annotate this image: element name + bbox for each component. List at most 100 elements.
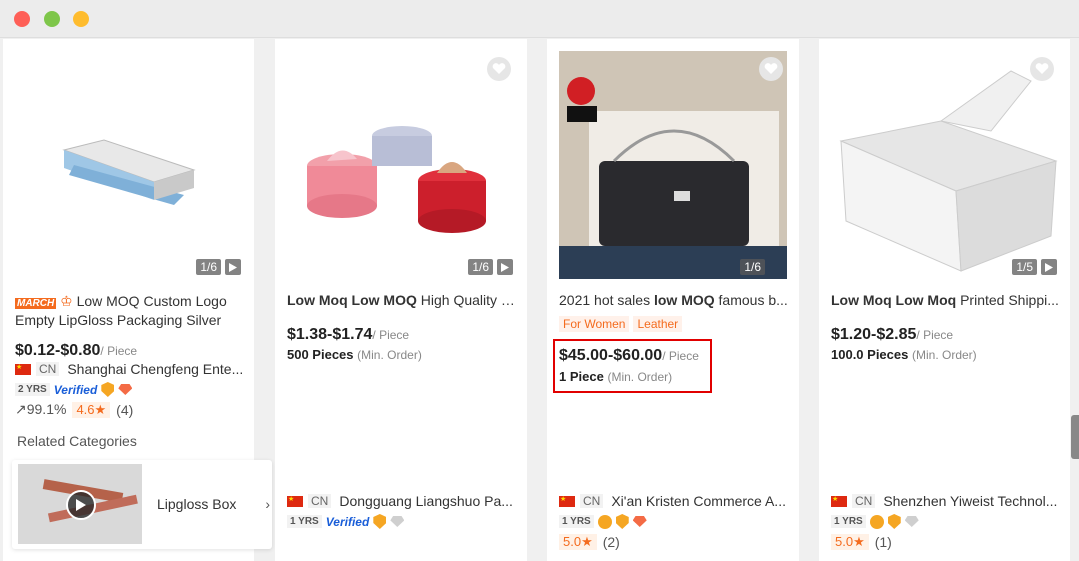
product-title[interactable]: Low Moq Low Moq Printed Shippi... (831, 291, 1063, 310)
play-icon[interactable] (225, 259, 241, 275)
gold-supplier-icon (101, 382, 115, 397)
moq-value: 100.0 Pieces (831, 347, 909, 362)
rating-row: 5.0★ (2) (559, 534, 620, 550)
product-card[interactable]: 1/6 Low Moq Low MOQ High Quality C... $1… (275, 39, 527, 561)
supplier-name[interactable]: Shenzhen Yiweist Technol... (883, 493, 1063, 509)
supplier-badges: 1 YRS (831, 514, 919, 529)
chevron-right-icon[interactable]: › (265, 496, 270, 512)
years-badge: 2 YRS (15, 383, 50, 396)
close-window-button[interactable] (14, 11, 30, 27)
play-icon[interactable] (497, 259, 513, 275)
product-title[interactable]: Low Moq Low MOQ High Quality C... (287, 291, 519, 310)
rating-row: ↗99.1% 4.6★ (4) (15, 401, 133, 418)
product-title[interactable]: MARCH ♔ Low MOQ Custom Logo (15, 292, 247, 313)
zoom-window-button[interactable] (73, 11, 89, 27)
product-tags: For Women Leather (559, 315, 686, 333)
price-unit: / Piece (916, 328, 954, 342)
country-code: CN (308, 494, 332, 508)
supplier-row[interactable]: CN Shanghai Chengfeng Ente... (15, 361, 247, 377)
product-price: $0.12-$0.80/ Piece (15, 342, 137, 360)
diamond-icon (632, 516, 647, 527)
china-flag-icon (287, 495, 303, 507)
title-bold-text: Low Moq Low Moq (831, 292, 957, 308)
years-badge: 1 YRS (831, 515, 866, 528)
supplier-row[interactable]: CN Dongguang Liangshuo Pa... (287, 493, 519, 509)
product-card[interactable]: 1/6 2021 hot sales low MOQ famous b... F… (547, 39, 799, 561)
image-counter: 1/6 (196, 259, 221, 275)
price-unit: / Piece (372, 328, 410, 342)
supplier-name[interactable]: Xi'an Kristen Commerce A... (611, 493, 791, 509)
score-value: 5.0 (835, 534, 854, 549)
product-price: $1.38-$1.74/ Piece (287, 326, 409, 344)
supplier-row[interactable]: CN Shenzhen Yiweist Technol... (831, 493, 1063, 509)
product-grid: 1/6 MARCH ♔ Low MOQ Custom Logo Empty Li… (0, 39, 1079, 561)
march-badge: MARCH (15, 298, 57, 309)
response-rate-value: 99.1% (26, 401, 67, 417)
years-badge: 1 YRS (287, 515, 322, 528)
diamond-icon (118, 384, 133, 395)
gold-supplier-icon (615, 514, 629, 529)
share-arrow-icon: ↗ (15, 401, 27, 417)
supplier-badges: 1 YRS (559, 514, 647, 529)
star-icon: ★ (853, 534, 865, 549)
review-count[interactable]: (4) (116, 402, 133, 418)
supplier-badges: 2 YRS Verified (15, 382, 133, 397)
title-text: High Quality C... (416, 292, 519, 308)
play-icon[interactable] (1041, 259, 1057, 275)
related-category-card[interactable]: Lipgloss Box › (12, 460, 272, 549)
country-code: CN (852, 494, 876, 508)
moq-unit: (Min. Order) (911, 348, 977, 362)
crown-icon: ♔ (60, 293, 73, 309)
supplier-row[interactable]: CN Xi'an Kristen Commerce A... (559, 493, 791, 509)
heart-icon[interactable] (759, 57, 783, 81)
review-count[interactable]: (2) (603, 534, 620, 550)
title-text: Printed Shippi... (956, 292, 1059, 308)
product-image[interactable]: 1/6 (15, 51, 243, 279)
moq-unit: (Min. Order) (357, 348, 422, 362)
product-image[interactable]: 1/6 (287, 51, 515, 279)
title-text-end: famous b... (714, 292, 788, 308)
score-badge: 5.0★ (831, 534, 869, 550)
score-badge: 5.0★ (559, 534, 597, 550)
title-bold-text: Low Moq Low MOQ (287, 292, 417, 308)
diamond-icon (904, 516, 919, 527)
title-text: 2021 hot sales (559, 292, 654, 308)
review-count[interactable]: (1) (875, 534, 892, 550)
supplier-name[interactable]: Shanghai Chengfeng Ente... (67, 361, 247, 377)
gold-supplier-icon (887, 514, 901, 529)
china-flag-icon (15, 363, 31, 375)
product-image[interactable]: 1/6 (559, 51, 787, 279)
gold-supplier-icon (373, 514, 387, 529)
min-order: 100.0 Pieces (Min. Order) (831, 347, 977, 362)
china-flag-icon (559, 495, 575, 507)
verified-badge[interactable]: Verified (54, 383, 98, 397)
verified-badge[interactable]: Verified (326, 515, 370, 529)
play-video-icon[interactable] (66, 490, 96, 520)
product-card[interactable]: 1/5 Low Moq Low Moq Printed Shippi... $1… (819, 39, 1070, 561)
supplier-badges: 1 YRS Verified (287, 514, 405, 529)
tag-leather[interactable]: Leather (633, 316, 683, 332)
title-bold-text: low MOQ (653, 292, 715, 308)
tag-for-women[interactable]: For Women (559, 316, 630, 332)
diamond-icon (390, 516, 405, 527)
side-panel-handle[interactable] (1071, 415, 1079, 459)
rating-row: 5.0★ (1) (831, 534, 892, 550)
product-title[interactable]: 2021 hot sales low MOQ famous b... (559, 291, 791, 310)
highlight-box (553, 339, 712, 393)
supplier-name[interactable]: Dongguang Liangshuo Pa... (339, 493, 519, 509)
related-category-image[interactable] (18, 464, 142, 544)
window-titlebar (0, 0, 1079, 38)
price-range: $1.38-$1.74 (287, 326, 373, 343)
minimize-window-button[interactable] (44, 11, 60, 27)
price-range: $1.20-$2.85 (831, 326, 917, 343)
related-category-label[interactable]: Lipgloss Box (157, 496, 236, 512)
image-counter: 1/6 (740, 259, 765, 275)
score-value: 5.0 (563, 534, 582, 549)
image-counter: 1/6 (468, 259, 493, 275)
heart-icon[interactable] (487, 57, 511, 81)
product-image[interactable]: 1/5 (831, 51, 1059, 279)
related-categories-heading: Related Categories (17, 433, 137, 449)
heart-icon[interactable] (1030, 57, 1054, 81)
star-icon: ★ (581, 534, 593, 549)
product-title-line2[interactable]: Empty LipGloss Packaging Silver (15, 311, 247, 330)
